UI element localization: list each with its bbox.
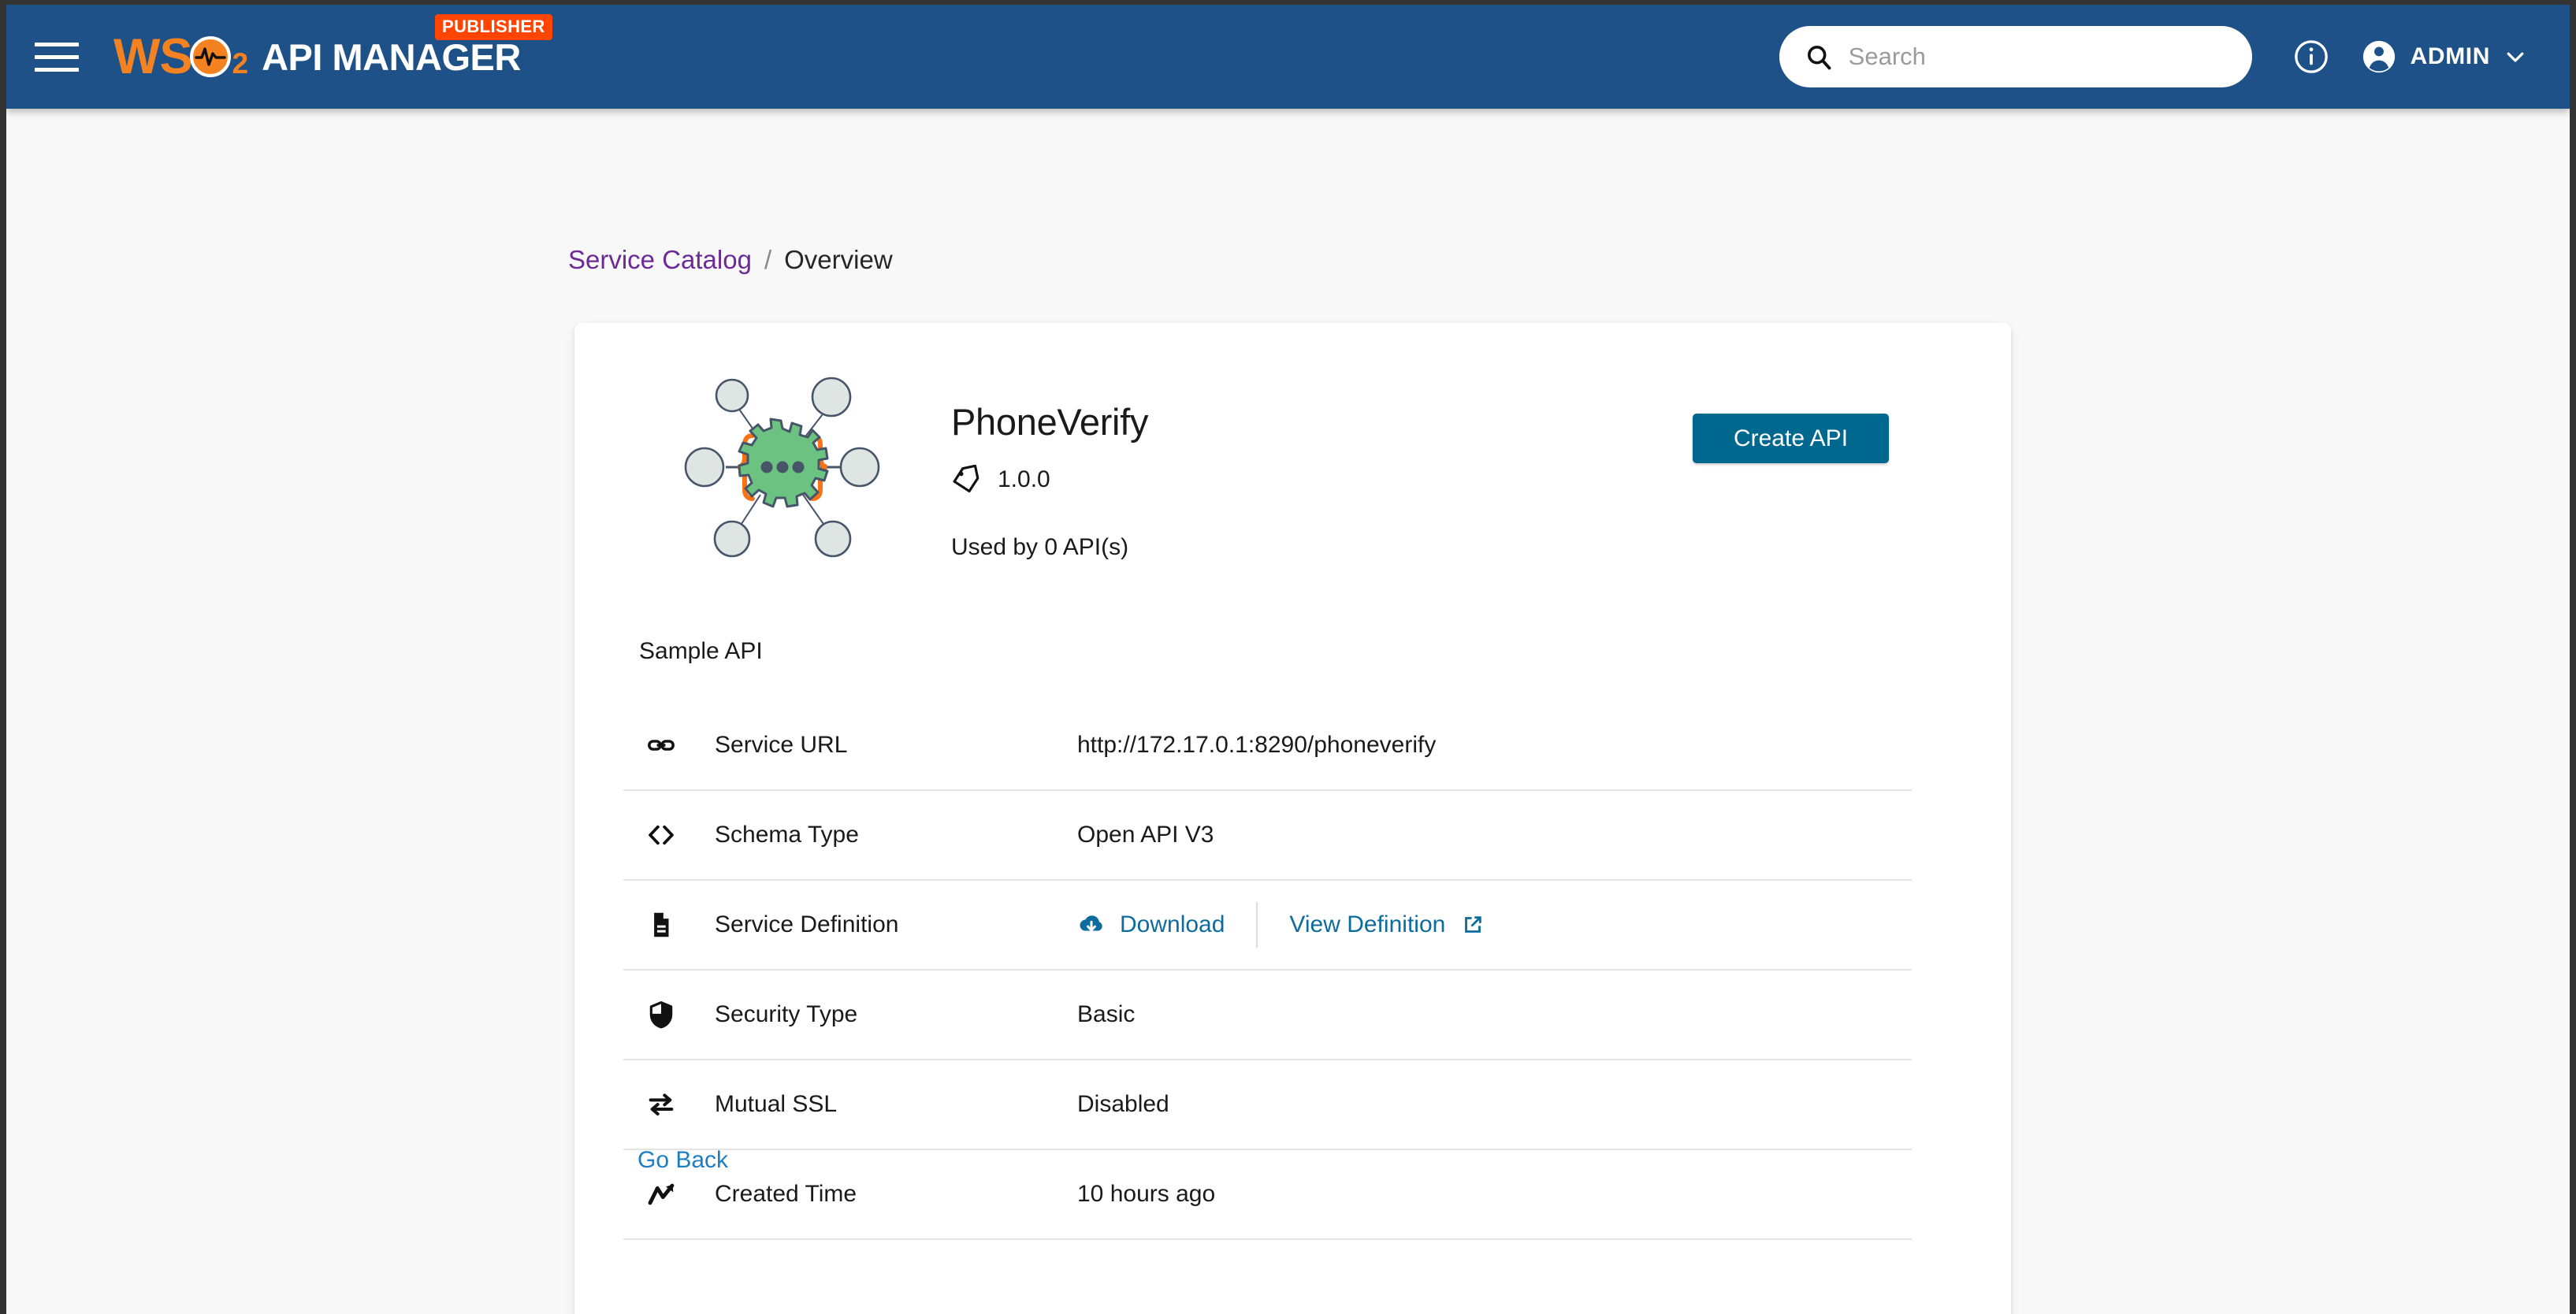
browser-window: WS 2 API MANAGER PUBLISHER Search ADMIN … xyxy=(0,0,2576,1314)
row-label: Security Type xyxy=(715,1001,858,1027)
breadcrumb-overview: Overview xyxy=(784,245,893,274)
service-title: PhoneVerify xyxy=(951,401,1149,443)
table-row: Service Definition Download View Definit… xyxy=(623,881,1912,971)
download-label: Download xyxy=(1120,911,1225,937)
cloud-download-icon xyxy=(1080,915,1102,932)
open-in-new-icon xyxy=(1465,916,1482,933)
row-value: Basic xyxy=(1077,1001,1136,1027)
breadcrumb: Service Catalog / Overview xyxy=(568,245,893,275)
service-version: 1.0.0 xyxy=(998,466,1050,492)
row-value: 10 hours ago xyxy=(1077,1181,1216,1207)
logo-subscript: 2 xyxy=(232,47,249,80)
row-label: Service Definition xyxy=(715,911,899,937)
hamburger-bar xyxy=(35,54,79,59)
hamburger-bar xyxy=(35,42,79,46)
search-icon xyxy=(1807,46,1831,70)
code-icon xyxy=(641,820,681,850)
service-used-by: Used by 0 API(s) xyxy=(951,534,1129,560)
row-label: Schema Type xyxy=(715,822,859,848)
account-circle-icon xyxy=(2362,40,2395,73)
page-root: WS 2 API MANAGER PUBLISHER Search ADMIN … xyxy=(6,5,2570,1314)
view-definition-button[interactable]: View Definition xyxy=(1289,911,1486,938)
wso2-api-manager-logo[interactable]: WS 2 API MANAGER PUBLISHER xyxy=(113,5,552,109)
action-divider xyxy=(1256,902,1258,948)
table-row: Security Type Basic xyxy=(623,971,1912,1060)
link-icon xyxy=(641,730,681,760)
service-header: PhoneVerify 1.0.0 Used by 0 API(s) Creat… xyxy=(574,323,2011,560)
service-overview-card: PhoneVerify 1.0.0 Used by 0 API(s) Creat… xyxy=(574,323,2011,1314)
row-value: Disabled xyxy=(1077,1091,1169,1117)
logo-pulse-icon xyxy=(190,36,232,77)
user-menu[interactable]: ADMIN xyxy=(2361,39,2527,75)
app-title: API MANAGER xyxy=(262,35,521,78)
view-definition-label: View Definition xyxy=(1289,911,1446,937)
service-version-row: 1.0.0 xyxy=(951,465,1050,495)
main-content: Service Catalog / Overview PhoneVerify 1… xyxy=(6,109,2570,1314)
search-box[interactable] xyxy=(1779,26,2252,87)
row-value: http://172.17.0.1:8290/phoneverify xyxy=(1077,732,1437,758)
tag-icon xyxy=(953,465,979,493)
service-description: Sample API xyxy=(639,638,763,664)
create-api-button[interactable]: Create API xyxy=(1693,414,1889,463)
breadcrumb-service-catalog[interactable]: Service Catalog xyxy=(568,245,752,275)
table-row: Service URL http://172.17.0.1:8290/phone… xyxy=(623,701,1912,791)
table-row: Schema Type Open API V3 xyxy=(623,791,1912,881)
app-header: WS 2 API MANAGER PUBLISHER Search ADMIN xyxy=(6,5,2570,109)
user-label: ADMIN xyxy=(2410,43,2490,69)
row-label: Mutual SSL xyxy=(715,1091,838,1117)
row-label: Service URL xyxy=(715,732,848,758)
service-detail-table: Service URL http://172.17.0.1:8290/phone… xyxy=(623,701,1912,1240)
download-button[interactable]: Download xyxy=(1077,911,1225,939)
table-row: Mutual SSL Disabled xyxy=(623,1060,1912,1150)
row-label: Created Time xyxy=(715,1181,857,1207)
info-circle-icon[interactable] xyxy=(2293,39,2329,75)
search-input[interactable] xyxy=(1848,37,2219,76)
go-back-link[interactable]: Go Back xyxy=(637,1147,728,1174)
hamburger-bar xyxy=(35,67,79,72)
document-icon xyxy=(641,910,681,940)
row-value-actions: Download View Definition xyxy=(1077,902,1486,948)
logo-wordmark: WS xyxy=(113,29,192,84)
breadcrumb-separator: / xyxy=(764,245,772,274)
hamburger-menu-icon[interactable] xyxy=(35,36,87,77)
swap-arrows-icon xyxy=(641,1089,681,1120)
header-actions: ADMIN xyxy=(1779,26,2527,87)
publisher-badge: PUBLISHER xyxy=(435,14,552,40)
trending-up-icon xyxy=(641,1179,681,1210)
shield-icon xyxy=(641,1000,681,1030)
service-gear-illustration xyxy=(684,377,880,558)
chevron-down-icon xyxy=(2507,52,2524,62)
row-value: Open API V3 xyxy=(1077,822,1214,848)
table-row: Created Time 10 hours ago xyxy=(623,1150,1912,1240)
